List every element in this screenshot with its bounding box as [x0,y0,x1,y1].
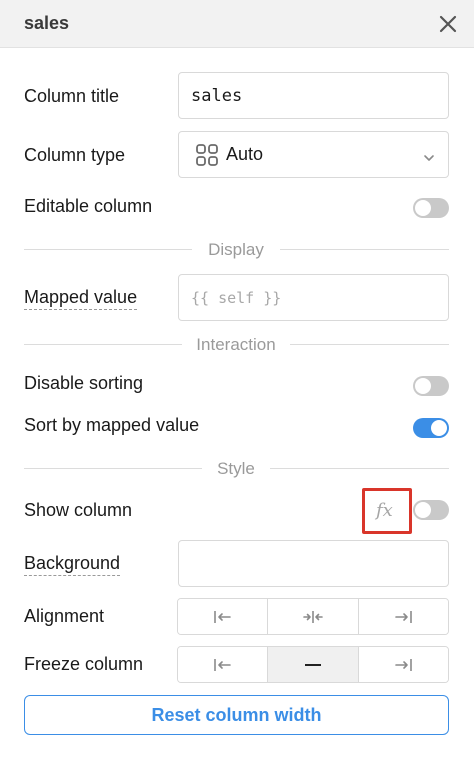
editable-column-label: Editable column [24,196,153,216]
toggle-knob [415,378,431,394]
section-divider [270,468,449,469]
freeze-right-option[interactable] [358,647,448,682]
panel-title: sales [24,13,70,33]
column-type-select[interactable]: Auto [178,131,449,178]
show-column-label: Show column [24,500,133,520]
toggle-knob [431,420,447,436]
toggle-knob [415,200,431,216]
freeze-none-icon [304,663,321,666]
toggle-knob [415,502,431,518]
section-title-interaction: Interaction [196,335,276,354]
section-divider [290,344,449,345]
disable-sorting-toggle[interactable] [413,376,449,396]
column-type-label: Column type [24,145,126,165]
fx-button[interactable]: fx [362,488,412,534]
disable-sorting-label: Disable sorting [24,373,144,393]
freeze-left-option[interactable] [178,647,269,682]
background-input[interactable] [178,540,449,587]
column-title-input[interactable]: sales [178,72,449,119]
section-title-display: Display [208,240,264,259]
mapped-value-input[interactable] [180,276,447,319]
freeze-column-label: Freeze column [24,654,144,674]
alignment-label: Alignment [24,606,105,626]
reset-column-width-button[interactable]: Reset column width [24,695,449,735]
freeze-right-icon [395,658,413,671]
editable-column-toggle[interactable] [413,198,449,218]
freeze-left-icon [213,658,231,671]
alignment-center-option[interactable] [268,599,359,634]
sort-by-mapped-value-label: Sort by mapped value [24,415,200,435]
sort-by-mapped-value-toggle[interactable] [413,418,449,438]
freeze-none-option[interactable] [268,647,359,682]
section-divider [24,249,192,250]
close-icon[interactable] [436,12,460,36]
freeze-column-segmented-control [177,646,449,683]
column-type-value: Auto [226,144,264,164]
alignment-right-option[interactable] [358,599,448,634]
column-title-value: sales [191,86,243,106]
chevron-down-icon [423,150,435,161]
section-title-style: Style [217,459,255,478]
column-title-label: Column title [24,86,120,106]
section-divider [24,468,202,469]
fx-icon: fx [376,500,393,521]
section-divider [280,249,449,250]
align-left-icon [213,610,231,623]
section-divider [24,344,182,345]
alignment-segmented-control [177,598,449,635]
mapped-value-field[interactable] [178,274,449,321]
background-label: Background [24,553,121,576]
alignment-left-option[interactable] [178,599,269,634]
panel-header: sales [0,0,474,48]
show-column-toggle[interactable] [413,500,449,520]
align-center-icon [303,610,323,623]
align-right-icon [395,610,413,623]
mapped-value-label: Mapped value [24,287,138,310]
grid-icon [196,144,218,166]
